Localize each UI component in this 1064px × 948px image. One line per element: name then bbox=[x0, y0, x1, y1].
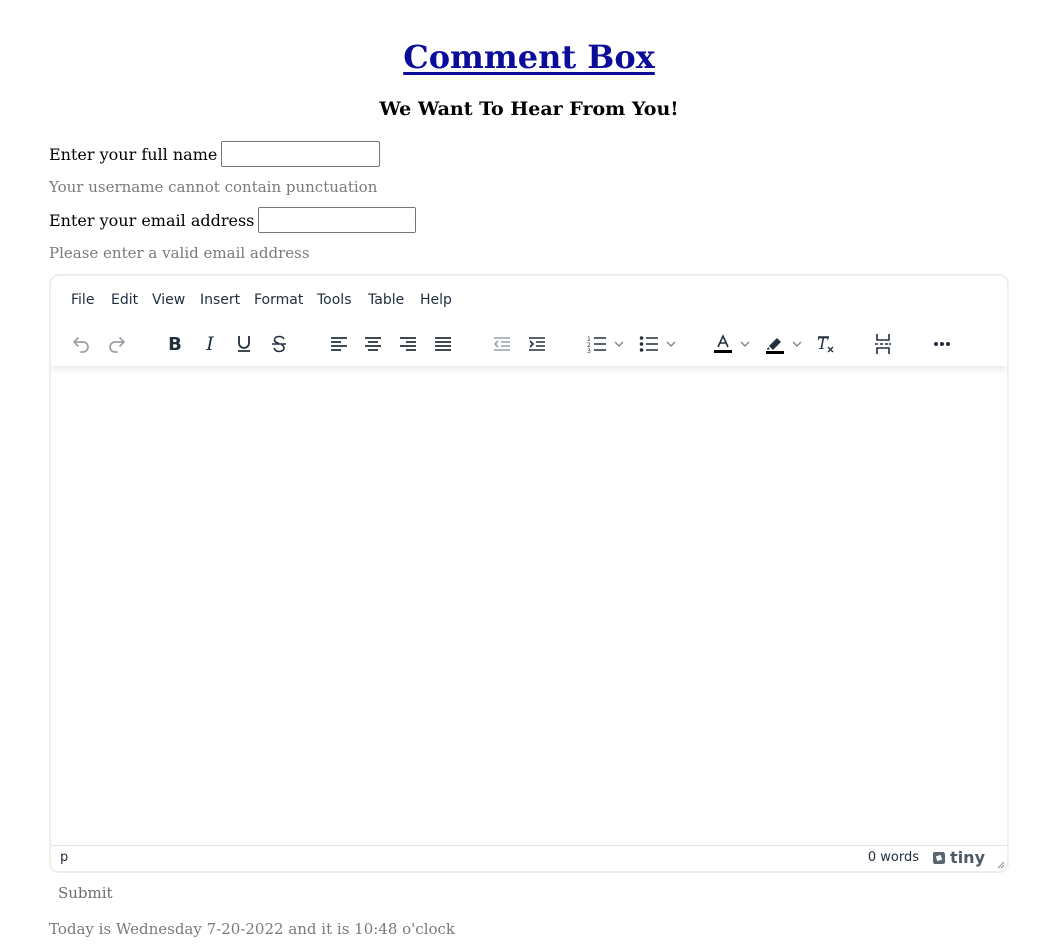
name-row: Enter your full name bbox=[49, 141, 381, 167]
page-break-icon bbox=[875, 334, 891, 354]
align-left-button[interactable] bbox=[323, 328, 355, 360]
undo-button[interactable] bbox=[65, 328, 97, 360]
strikethrough-button[interactable] bbox=[263, 328, 295, 360]
outdent-button[interactable] bbox=[486, 328, 518, 360]
numbered-list-icon: 123 bbox=[587, 336, 606, 353]
email-hint: Please enter a valid email address bbox=[49, 244, 310, 262]
name-input[interactable] bbox=[221, 141, 381, 167]
align-right-button[interactable] bbox=[392, 328, 424, 360]
align-left-icon bbox=[331, 337, 347, 351]
underline-icon bbox=[238, 336, 250, 352]
svg-text:3: 3 bbox=[587, 348, 591, 353]
indent-button[interactable] bbox=[521, 328, 553, 360]
menu-file[interactable]: File bbox=[71, 292, 94, 308]
italic-icon: I bbox=[206, 333, 214, 355]
align-justify-button[interactable] bbox=[427, 328, 459, 360]
page-subtitle: We Want To Hear From You! bbox=[379, 98, 679, 120]
editor-content-area[interactable] bbox=[51, 368, 1007, 846]
text-color-icon bbox=[714, 334, 732, 353]
align-justify-icon bbox=[435, 337, 451, 351]
numbered-list-button[interactable]: 123 bbox=[581, 328, 631, 360]
email-label: Enter your email address bbox=[49, 210, 255, 230]
align-center-button[interactable] bbox=[357, 328, 389, 360]
redo-button[interactable] bbox=[101, 328, 133, 360]
rich-text-editor: File Edit View Insert Format Tools Table… bbox=[49, 274, 1009, 873]
undo-icon bbox=[73, 337, 89, 353]
chevron-down-icon bbox=[614, 341, 624, 347]
name-hint: Your username cannot contain punctuation bbox=[49, 178, 378, 196]
tiny-branding[interactable]: tiny bbox=[931, 848, 985, 867]
email-input[interactable] bbox=[258, 207, 417, 233]
more-icon bbox=[934, 342, 950, 346]
align-center-icon bbox=[365, 337, 381, 351]
element-path[interactable]: p bbox=[60, 850, 68, 865]
outdent-icon bbox=[493, 337, 510, 351]
italic-button[interactable]: I bbox=[194, 328, 226, 360]
resize-handle-icon[interactable] bbox=[995, 859, 1005, 869]
menu-edit[interactable]: Edit bbox=[111, 292, 138, 308]
underline-button[interactable] bbox=[228, 328, 260, 360]
menu-tools[interactable]: Tools bbox=[317, 292, 352, 308]
tiny-logo-icon bbox=[933, 851, 946, 864]
menu-insert[interactable]: Insert bbox=[200, 292, 240, 308]
page-title: Comment Box bbox=[403, 38, 655, 76]
text-color-button[interactable] bbox=[707, 328, 757, 360]
chevron-down-icon bbox=[740, 341, 750, 347]
editor-statusbar: p 0 words tiny bbox=[51, 845, 1007, 871]
indent-icon bbox=[529, 337, 545, 351]
align-right-icon bbox=[400, 337, 416, 351]
more-button[interactable] bbox=[926, 328, 958, 360]
highlight-color-icon bbox=[766, 338, 784, 354]
bold-button[interactable]: B bbox=[159, 328, 191, 360]
clear-formatting-button[interactable]: T bbox=[809, 328, 841, 360]
editor-toolbar: B I 1 2 3 T bbox=[51, 324, 1007, 366]
editor-menubar: File Edit View Insert Format Tools Table… bbox=[51, 276, 1007, 324]
menu-view[interactable]: View bbox=[152, 292, 185, 308]
page-break-button[interactable] bbox=[867, 328, 899, 360]
bullet-list-icon bbox=[639, 336, 658, 352]
footer-datetime: Today is Wednesday 7-20-2022 and it is 1… bbox=[49, 920, 456, 938]
menu-help[interactable]: Help bbox=[420, 292, 452, 308]
strikethrough-icon bbox=[272, 335, 286, 353]
redo-icon bbox=[109, 337, 125, 353]
name-label: Enter your full name bbox=[49, 144, 218, 164]
bold-icon: B bbox=[168, 333, 182, 355]
chevron-down-icon bbox=[666, 341, 676, 347]
brand-label: tiny bbox=[950, 848, 985, 867]
menu-format[interactable]: Format bbox=[254, 292, 303, 308]
submit-button[interactable]: Submit bbox=[50, 880, 116, 906]
clear-formatting-icon: T bbox=[817, 334, 834, 353]
email-row: Enter your email address bbox=[49, 207, 417, 233]
bullet-list-button[interactable] bbox=[633, 328, 683, 360]
word-count[interactable]: 0 words bbox=[868, 850, 919, 865]
chevron-down-icon bbox=[792, 341, 802, 347]
highlight-color-button[interactable] bbox=[759, 328, 809, 360]
menu-table[interactable]: Table bbox=[368, 292, 404, 308]
